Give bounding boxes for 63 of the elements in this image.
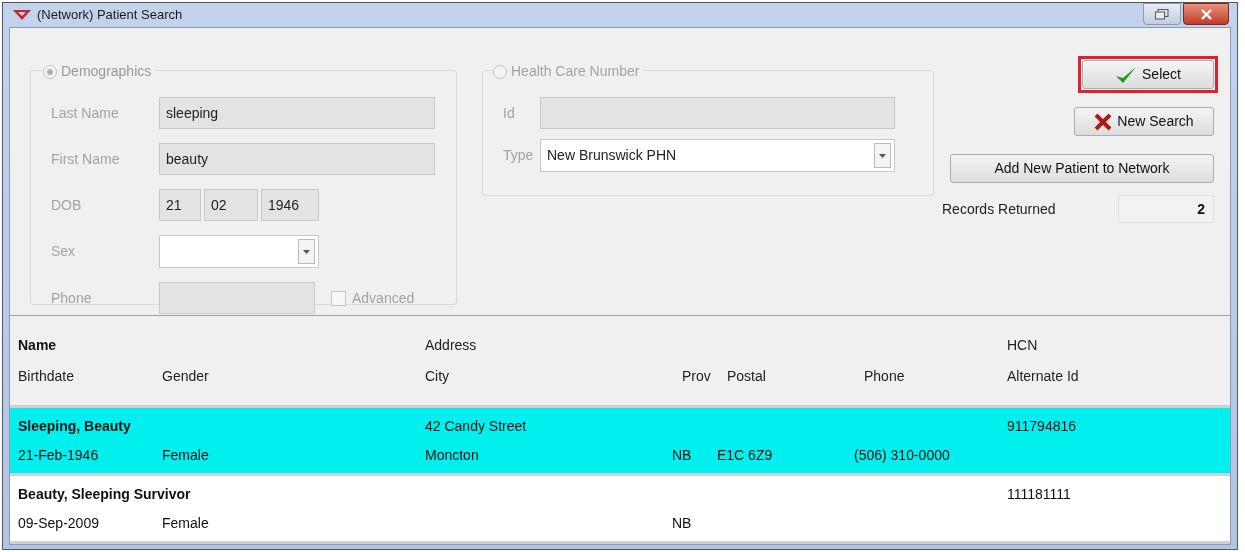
table-cell-text: Sleeping, Beauty xyxy=(18,416,132,436)
checkbox-label: Advanced xyxy=(352,288,415,308)
column-header: Address xyxy=(425,335,478,355)
table-cell-text: 21-Feb-1946 xyxy=(18,445,100,465)
new-search-button[interactable]: New Search xyxy=(1074,107,1214,136)
input-field[interactable]: 1946 xyxy=(261,189,319,221)
table-cell-text: (506) 310-0000 xyxy=(854,445,951,465)
field-label: First Name xyxy=(51,149,121,169)
column-header: Postal xyxy=(726,366,767,386)
window-title: (Network) Patient Search xyxy=(37,6,183,25)
table-cell-text: Female xyxy=(162,513,210,533)
restore-button[interactable] xyxy=(1143,3,1181,25)
restore-icon xyxy=(1155,8,1169,20)
group-label: Health Care Number xyxy=(511,62,640,81)
dropdown[interactable]: New Brunswick PHN xyxy=(540,139,895,172)
dropdown[interactable] xyxy=(159,235,319,268)
table-cell-text: 911794816 xyxy=(1007,416,1078,436)
input-field[interactable]: 02 xyxy=(204,189,258,221)
input-field[interactable]: sleeping xyxy=(159,97,435,129)
table-cell-text: 111181111 xyxy=(1007,484,1072,504)
column-header: Phone xyxy=(863,366,906,386)
table-cell-text: Beauty, Sleeping Survivor xyxy=(18,484,192,504)
table-cell-text: 42 Candy Street xyxy=(425,416,528,436)
input-field[interactable] xyxy=(540,97,895,129)
radio-button[interactable] xyxy=(493,64,507,79)
dropdown-value: New Brunswick PHN xyxy=(547,146,677,165)
group-label: Demographics xyxy=(61,62,152,81)
field-label: Id xyxy=(503,103,516,123)
records-label: Records Returned xyxy=(942,199,1056,219)
column-header: Alternate Id xyxy=(1007,366,1080,386)
caret-icon xyxy=(874,143,891,168)
close-button[interactable] xyxy=(1183,3,1229,25)
column-header: Prov xyxy=(681,366,712,386)
select-button[interactable]: Select xyxy=(1082,60,1214,89)
radio-button[interactable] xyxy=(43,64,57,79)
add-patient-button[interactable]: Add New Patient to Network xyxy=(950,154,1214,183)
column-header: Gender xyxy=(162,366,210,386)
table-cell-text: 09-Sep-2009 xyxy=(18,513,100,533)
field-label: Type xyxy=(503,146,535,165)
column-header: Name xyxy=(18,335,58,355)
table-cell-text: Female xyxy=(162,445,210,465)
checkbox[interactable] xyxy=(331,290,346,306)
column-header: Birthdate xyxy=(18,366,76,386)
input-field[interactable]: 21 xyxy=(159,189,201,221)
field-label: DOB xyxy=(51,195,83,215)
table-cell-text: NB xyxy=(672,445,693,465)
field-label: Sex xyxy=(51,242,77,261)
column-header: City xyxy=(425,366,451,386)
records-count: 2 xyxy=(1118,195,1214,223)
close-icon xyxy=(1200,8,1212,20)
input-field[interactable]: beauty xyxy=(159,143,435,175)
table-cell-text: Moncton xyxy=(425,445,480,465)
x-icon xyxy=(1094,112,1113,131)
table-cell-text: E1C 6Z9 xyxy=(717,445,774,465)
table-row[interactable]: Sleeping, Beauty 42 Candy Street 911794816 21-Feb-1946 Female Moncton NB E1C 6Z9 (506) 310-0000 xyxy=(10,408,1230,476)
input-field[interactable] xyxy=(159,282,315,314)
check-icon xyxy=(1115,65,1138,84)
column-header: HCN xyxy=(1007,335,1039,355)
app-logo-icon xyxy=(13,9,31,21)
caret-icon xyxy=(298,239,315,264)
table-cell-text: NB xyxy=(672,513,693,533)
field-label: Last Name xyxy=(51,103,120,123)
field-label: Phone xyxy=(51,288,93,308)
